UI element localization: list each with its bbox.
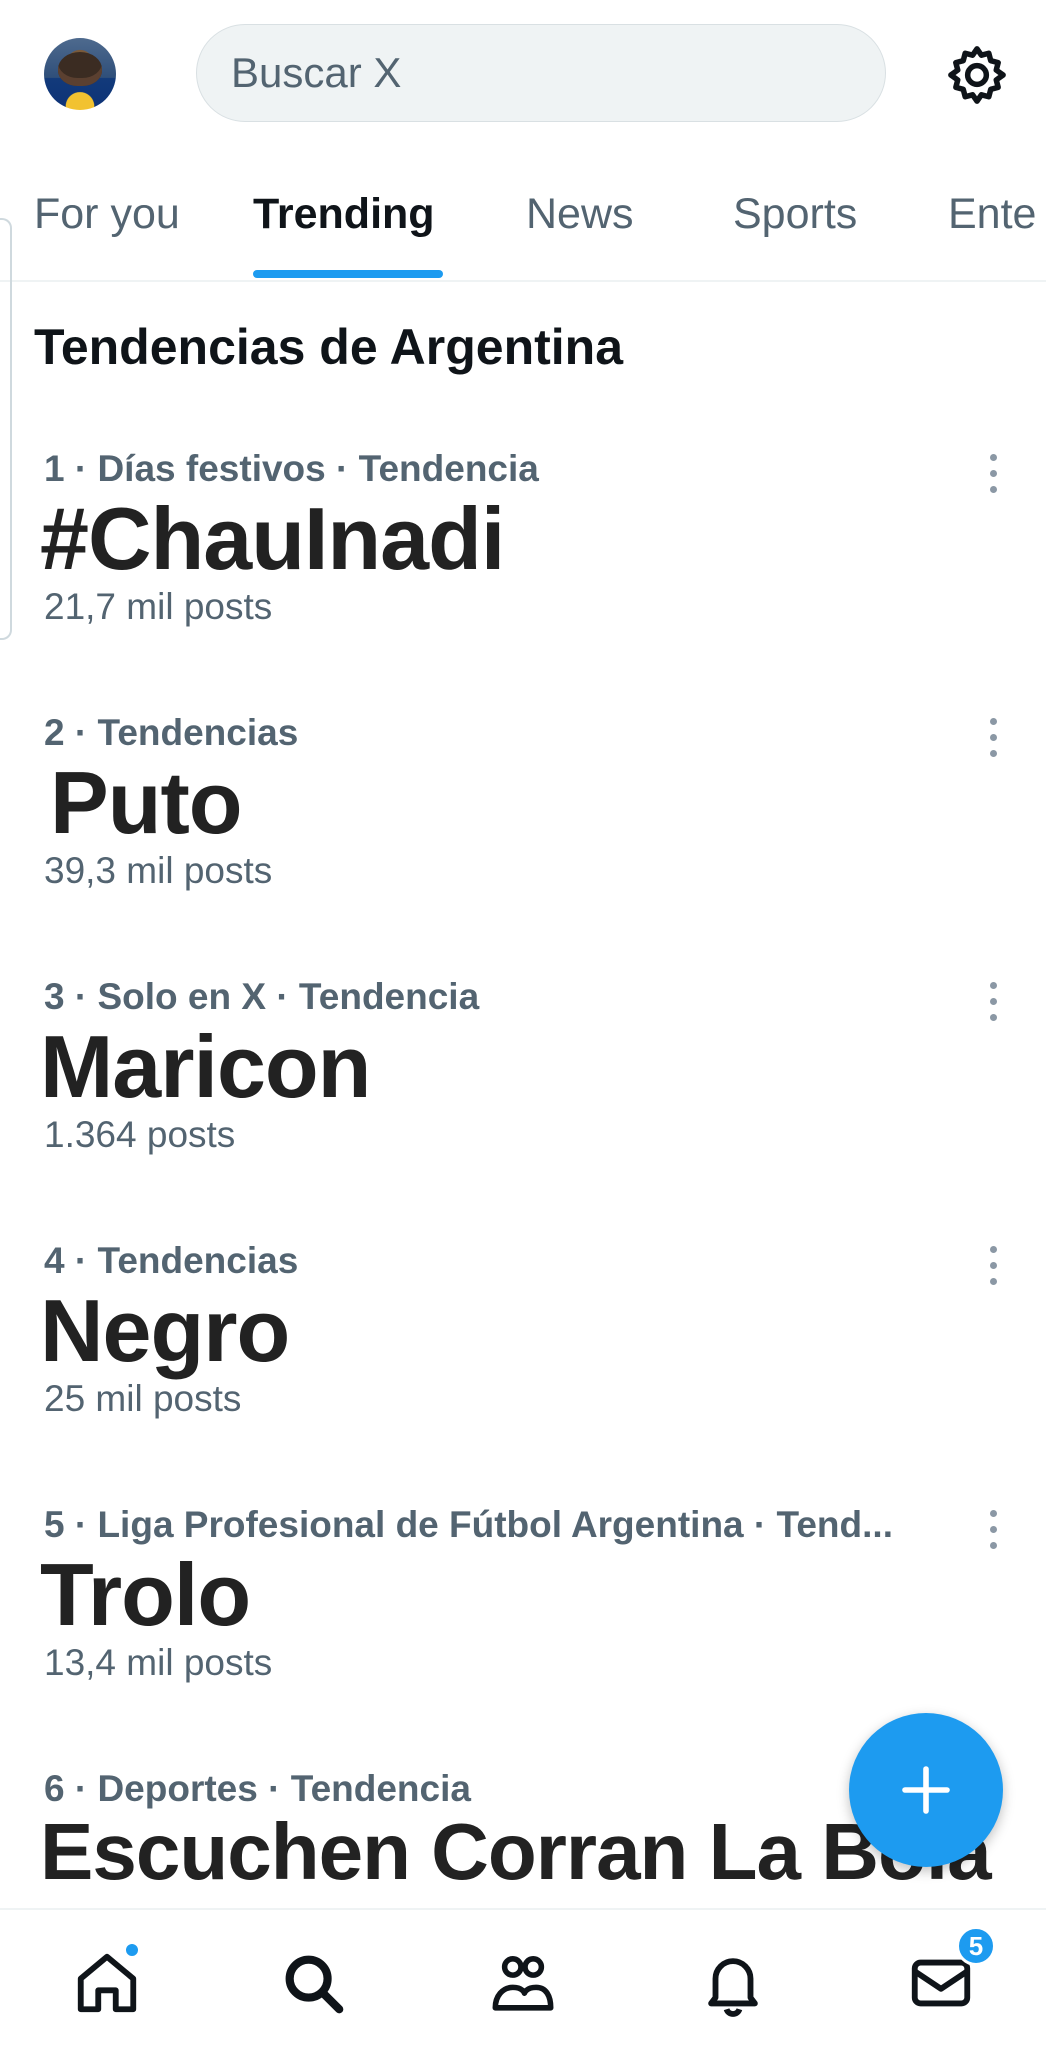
trend-meta: 5 · Liga Profesional de Fútbol Argentina… — [44, 1504, 893, 1545]
trend-item[interactable]: 4 · Tendencias Negro 25 mil posts — [0, 1240, 1046, 1504]
search-input[interactable]: Buscar X — [196, 24, 886, 122]
more-options-icon[interactable] — [986, 1510, 1000, 1554]
tab-trending[interactable]: Trending — [253, 190, 435, 239]
trend-title: Puto — [50, 753, 243, 852]
trend-item[interactable]: 3 · Solo en X · Tendencia Maricon 1.364 … — [0, 976, 1046, 1240]
trend-meta: 2 · Tendencias — [44, 712, 299, 753]
trend-meta: 1 · Días festivos · Tendencia — [44, 448, 539, 489]
tab-sports[interactable]: Sports — [733, 190, 857, 239]
trend-post-count: 1.364 posts — [44, 1114, 236, 1155]
plus-icon — [902, 1766, 950, 1814]
search-icon[interactable] — [278, 1948, 348, 2018]
trend-item[interactable]: 1 · Días festivos · Tendencia #ChauInadi… — [0, 448, 1046, 712]
communities-icon[interactable] — [488, 1948, 558, 2018]
more-options-icon[interactable] — [986, 1246, 1000, 1290]
trend-post-count: 13,4 mil posts — [44, 1642, 273, 1683]
trend-title: Maricon — [40, 1017, 371, 1116]
section-title: Tendencias de Argentina — [34, 319, 624, 375]
trend-item[interactable]: 2 · Tendencias Puto 39,3 mil posts — [0, 712, 1046, 976]
compose-button[interactable] — [849, 1713, 1003, 1867]
trend-post-count: 25 mil posts — [44, 1378, 242, 1419]
search-placeholder: Buscar X — [231, 49, 402, 96]
bottom-nav: 5 — [0, 1908, 1046, 2048]
messages-icon[interactable]: 5 — [906, 1926, 996, 2018]
trend-title: #ChauInadi — [40, 489, 505, 588]
trend-meta: 4 · Tendencias — [44, 1240, 299, 1281]
trend-meta: 3 · Solo en X · Tendencia — [44, 976, 480, 1017]
home-notification-dot — [124, 1942, 140, 1958]
tab-news[interactable]: News — [526, 190, 634, 239]
tab-for-you[interactable]: For you — [34, 190, 180, 239]
tab-entertainment[interactable]: Ente — [948, 190, 1036, 239]
trend-meta: 6 · Deportes · Tendencia — [44, 1768, 471, 1809]
active-tab-indicator — [253, 270, 443, 278]
home-icon[interactable] — [72, 1942, 142, 2018]
gear-icon[interactable] — [944, 42, 1010, 108]
trend-post-count: 39,3 mil posts — [44, 850, 273, 891]
avatar[interactable] — [44, 38, 116, 110]
more-options-icon[interactable] — [986, 718, 1000, 762]
notifications-icon[interactable] — [698, 1948, 768, 2018]
trend-post-count: 21,7 mil posts — [44, 586, 273, 627]
messages-badge: 5 — [956, 1926, 996, 1966]
more-options-icon[interactable] — [986, 982, 1000, 1026]
tab-bar: For you Trending News Sports Ente — [0, 170, 1046, 282]
trend-title: Escuchen Corran La Bola — [40, 1807, 992, 1896]
more-options-icon[interactable] — [986, 454, 1000, 498]
top-bar: Buscar X — [0, 0, 1046, 155]
trend-title: Trolo — [40, 1545, 251, 1644]
trend-title: Negro — [40, 1281, 290, 1380]
